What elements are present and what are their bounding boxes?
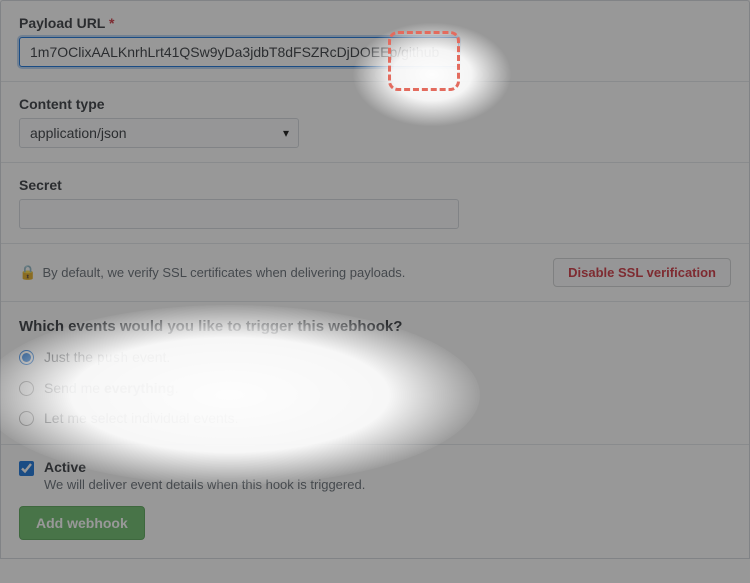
radio-everything-label: Send me everything. (44, 380, 179, 396)
everything-bold: everything (104, 380, 175, 396)
t: Just the (44, 349, 97, 365)
required-asterisk: * (109, 15, 114, 31)
content-type-select-wrap: application/json ▾ (19, 118, 299, 148)
ssl-info: 🔒 By default, we verify SSL certificates… (19, 264, 405, 281)
active-checkbox[interactable] (19, 461, 34, 476)
radio-push-event[interactable]: Just the push event. (19, 349, 731, 366)
webhook-form: Payload URL * Content type application/j… (0, 0, 750, 559)
active-section: Active We will deliver event details whe… (1, 445, 749, 558)
active-row: Active We will deliver event details whe… (19, 459, 731, 492)
payload-url-label: Payload URL * (19, 15, 731, 31)
radio-everything-input[interactable] (19, 381, 34, 396)
push-code: push (97, 351, 128, 366)
secret-label: Secret (19, 177, 731, 193)
t: Send me (44, 380, 104, 396)
active-label: Active (44, 459, 365, 475)
radio-individual-label: Let me select individual events. (44, 410, 239, 426)
lock-icon: 🔒 (19, 264, 36, 281)
ssl-info-text: By default, we verify SSL certificates w… (42, 265, 405, 280)
payload-url-input[interactable] (19, 37, 459, 67)
label-text: Payload URL (19, 15, 105, 31)
content-type-select[interactable]: application/json (19, 118, 299, 148)
active-text: Active We will deliver event details whe… (44, 459, 365, 492)
secret-input[interactable] (19, 199, 459, 229)
t: . (175, 380, 179, 396)
radio-push-label: Just the push event. (44, 349, 170, 366)
ssl-section: 🔒 By default, we verify SSL certificates… (1, 244, 749, 302)
payload-url-section: Payload URL * (1, 1, 749, 82)
radio-everything[interactable]: Send me everything. (19, 380, 731, 396)
radio-individual-input[interactable] (19, 411, 34, 426)
events-heading: Which events would you like to trigger t… (19, 318, 731, 335)
radio-push-input[interactable] (19, 350, 34, 365)
content-type-label: Content type (19, 96, 731, 112)
events-section: Which events would you like to trigger t… (1, 302, 749, 445)
radio-individual[interactable]: Let me select individual events. (19, 410, 731, 426)
secret-section: Secret (1, 163, 749, 244)
add-webhook-button[interactable]: Add webhook (19, 506, 145, 540)
disable-ssl-button[interactable]: Disable SSL verification (553, 258, 731, 287)
content-type-section: Content type application/json ▾ (1, 82, 749, 163)
t: event. (128, 349, 170, 365)
active-description: We will deliver event details when this … (44, 477, 365, 492)
